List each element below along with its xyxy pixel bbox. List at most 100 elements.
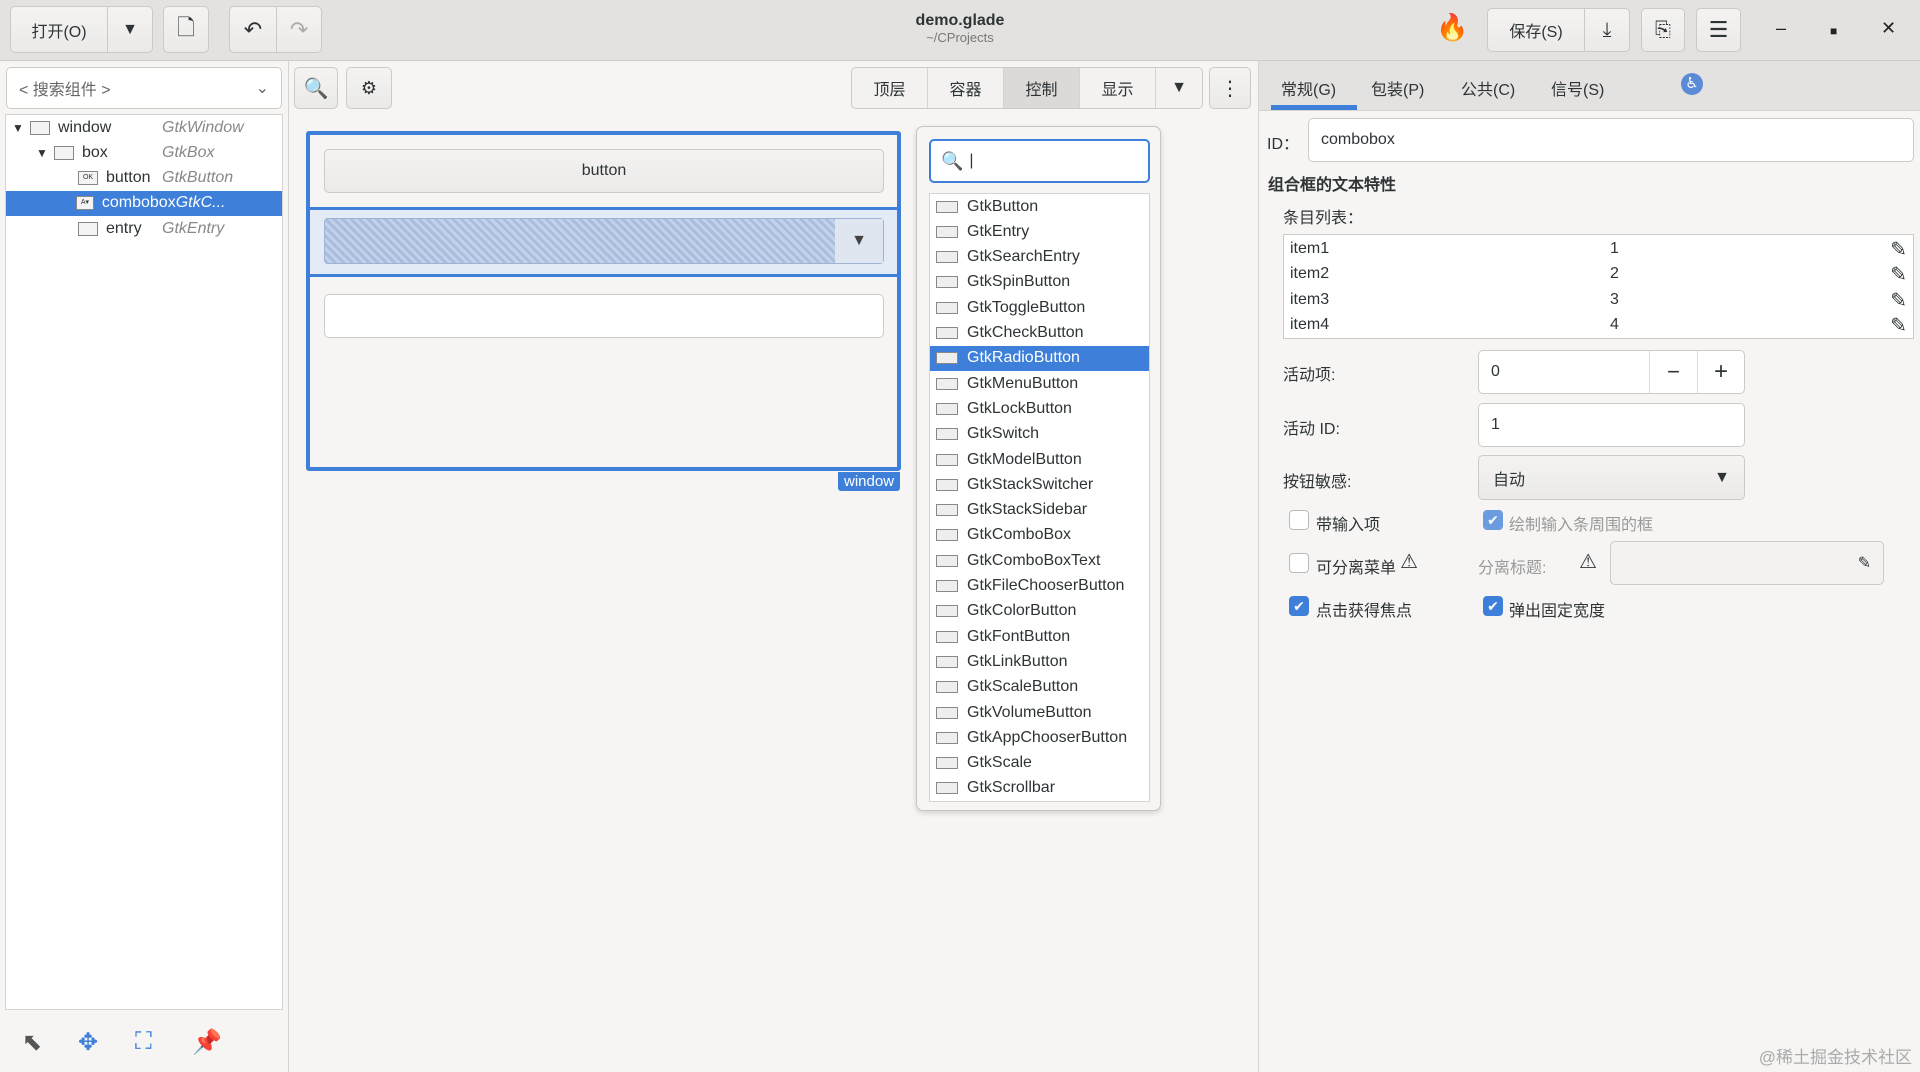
save-button[interactable]: 保存(S) [1487, 8, 1585, 52]
has-entry-checkbox[interactable] [1289, 510, 1309, 530]
tree-row-combobox[interactable]: A▾ combobox GtkC... [6, 190, 282, 216]
palette-item[interactable]: GtkSearchEntry [930, 245, 1149, 270]
pointer-mode-icon[interactable]: ⬉ [22, 1028, 42, 1057]
tab-props-1[interactable]: 包装(P) [1371, 76, 1424, 100]
palette-item[interactable]: GtkFileChooserButton [930, 574, 1149, 599]
palette-item[interactable]: GtkScale [930, 751, 1149, 776]
preview-button-widget[interactable]: button [324, 149, 884, 193]
combobox-widget[interactable]: ▼ [324, 218, 884, 264]
palette-item[interactable]: GtkLockButton [930, 396, 1149, 421]
palette-item[interactable]: GtkLinkButton [930, 649, 1149, 674]
active-spin[interactable]: 0 − + [1478, 350, 1745, 394]
expander-icon[interactable]: ▼ [12, 121, 30, 135]
tree-row-button[interactable]: OK button GtkButton [6, 166, 282, 191]
palette-item[interactable]: GtkFontButton [930, 624, 1149, 649]
widget-search-combo[interactable]: < 搜索组件 > ⌄ [6, 67, 282, 109]
palette-widget-list: GtkButton GtkEntry GtkSearchEntry GtkSpinBu… [929, 193, 1150, 802]
tab-palette-2[interactable]: 控制 [1004, 68, 1080, 108]
margin-mode-icon[interactable]: ⛶ [135, 1028, 152, 1056]
save-as-button[interactable]: ⤓ [1584, 8, 1630, 52]
decrement-button[interactable]: − [1649, 351, 1697, 393]
items-row[interactable]: item1 1 ✎ [1284, 237, 1913, 262]
tab-props-0[interactable]: 常规(G) [1281, 76, 1336, 100]
preview-combobox-selected[interactable]: ▼ [310, 207, 897, 277]
palette-item[interactable]: GtkScaleButton [930, 675, 1149, 700]
preview-button[interactable]: ⎘ [1641, 8, 1685, 52]
new-file-button[interactable]: 🗋 [163, 6, 209, 53]
palette-item-label: GtkScrollbar [967, 779, 1056, 797]
pencil-icon[interactable]: ✎ [1890, 313, 1907, 338]
tree-row-entry[interactable]: entry GtkEntry [6, 216, 282, 241]
redo-button[interactable]: ↷ [276, 6, 322, 53]
palette-item[interactable]: GtkStackSidebar [930, 498, 1149, 523]
widget-tree[interactable]: ▼ window GtkWindow ▼ box GtkBox OK button GtkBut… [5, 114, 283, 1010]
palette-item[interactable]: GtkComboBoxText [930, 548, 1149, 573]
tearoff-title-input[interactable]: ✎ [1610, 541, 1884, 585]
settings-button[interactable]: ⚙ [346, 67, 392, 109]
palette-item[interactable]: GtkSpinButton [930, 270, 1149, 295]
tearoff-checkbox[interactable] [1289, 553, 1309, 573]
open-button[interactable]: 打开(O) [10, 6, 108, 53]
palette-item[interactable]: GtkSwitch [930, 422, 1149, 447]
more-options-button[interactable]: ⋮ [1209, 67, 1251, 109]
tree-row-box[interactable]: ▼ box GtkBox [6, 140, 282, 165]
maximize-button[interactable]: ■ [1830, 24, 1837, 38]
id-input[interactable]: combobox [1308, 118, 1914, 162]
gtkcheckbutton-icon [936, 327, 958, 339]
gtkspinbutton-icon [936, 276, 958, 289]
palette-search-input[interactable]: 🔍 | [929, 139, 1150, 183]
tab-props-2[interactable]: 公共(C) [1461, 76, 1515, 100]
palette-item-label: GtkLinkButton [967, 652, 1068, 670]
palette-item[interactable]: GtkVolumeButton [930, 700, 1149, 725]
palette-item[interactable]: GtkMenuButton [930, 371, 1149, 396]
focus-on-click-checkbox[interactable]: ✔ [1289, 596, 1309, 616]
widget-palette-popover: 🔍 | GtkButton GtkEntry GtkSearchEntry GtkSpi… [916, 126, 1161, 811]
pencil-icon[interactable]: ✎ [1858, 553, 1871, 573]
palette-item[interactable]: GtkComboBox [930, 523, 1149, 548]
pencil-icon[interactable]: ✎ [1890, 288, 1907, 313]
palette-item-label: GtkScale [967, 754, 1032, 772]
item-text: item3 [1290, 290, 1330, 308]
tab-props-3[interactable]: 信号(S) [1551, 76, 1604, 100]
items-row[interactable]: item4 4 ✎ [1284, 313, 1913, 338]
increment-button[interactable]: + [1697, 351, 1744, 393]
palette-item[interactable]: GtkModelButton [930, 447, 1149, 472]
active-id-input[interactable]: 1 [1478, 403, 1745, 447]
sensitivity-dropdown[interactable]: 自动 ▼ [1478, 455, 1745, 500]
has-frame-checkbox[interactable]: ✔ [1483, 510, 1503, 530]
palette-item[interactable]: GtkColorButton [930, 599, 1149, 624]
pin-mode-icon[interactable]: 📌 [192, 1028, 222, 1057]
tab-palette-0[interactable]: 顶层 [852, 68, 928, 108]
close-button[interactable]: ✕ [1881, 18, 1896, 39]
palette-item[interactable]: GtkStackSwitcher [930, 472, 1149, 497]
pencil-icon[interactable]: ✎ [1890, 237, 1907, 262]
palette-search-value: | [969, 152, 974, 169]
tree-row-window[interactable]: ▼ window GtkWindow [6, 115, 282, 140]
watermark: @稀土掘金技术社区 [1758, 1048, 1912, 1067]
item-text: item1 [1290, 240, 1330, 257]
undo-button[interactable]: ↶ [229, 6, 277, 53]
accessibility-tab-icon[interactable]: ♿ [1681, 73, 1703, 95]
expander-icon[interactable]: ▼ [36, 146, 54, 160]
move-mode-icon[interactable]: ✥ [78, 1028, 98, 1057]
tab-palette-3[interactable]: 显示 [1080, 68, 1156, 108]
inspector-search-button[interactable]: 🔍 [294, 67, 338, 109]
main-menu-button[interactable]: ☰ [1696, 8, 1741, 52]
items-row[interactable]: item3 3 ✎ [1284, 288, 1913, 313]
palette-item[interactable]: GtkCheckButton [930, 321, 1149, 346]
pencil-icon[interactable]: ✎ [1890, 262, 1907, 287]
palette-item[interactable]: GtkRadioButton [930, 345, 1149, 371]
palette-item[interactable]: GtkEntry [930, 219, 1149, 244]
palette-item[interactable]: GtkToggleButton [930, 295, 1149, 320]
preview-entry-widget[interactable] [324, 294, 884, 338]
window-preview[interactable]: button ▼ [306, 131, 901, 471]
palette-more-dropdown[interactable]: ▼ [1156, 68, 1202, 108]
open-dropdown-button[interactable]: ▼ [107, 6, 153, 53]
items-row[interactable]: item2 2 ✎ [1284, 262, 1913, 287]
palette-item[interactable]: GtkScrollbar [930, 776, 1149, 801]
palette-item[interactable]: GtkAppChooserButton [930, 725, 1149, 750]
popup-fixed-width-checkbox[interactable]: ✔ [1483, 596, 1503, 616]
palette-item[interactable]: GtkButton [930, 194, 1149, 219]
minimize-button[interactable]: ‒ [1776, 18, 1786, 39]
tab-palette-1[interactable]: 容器 [928, 68, 1004, 108]
